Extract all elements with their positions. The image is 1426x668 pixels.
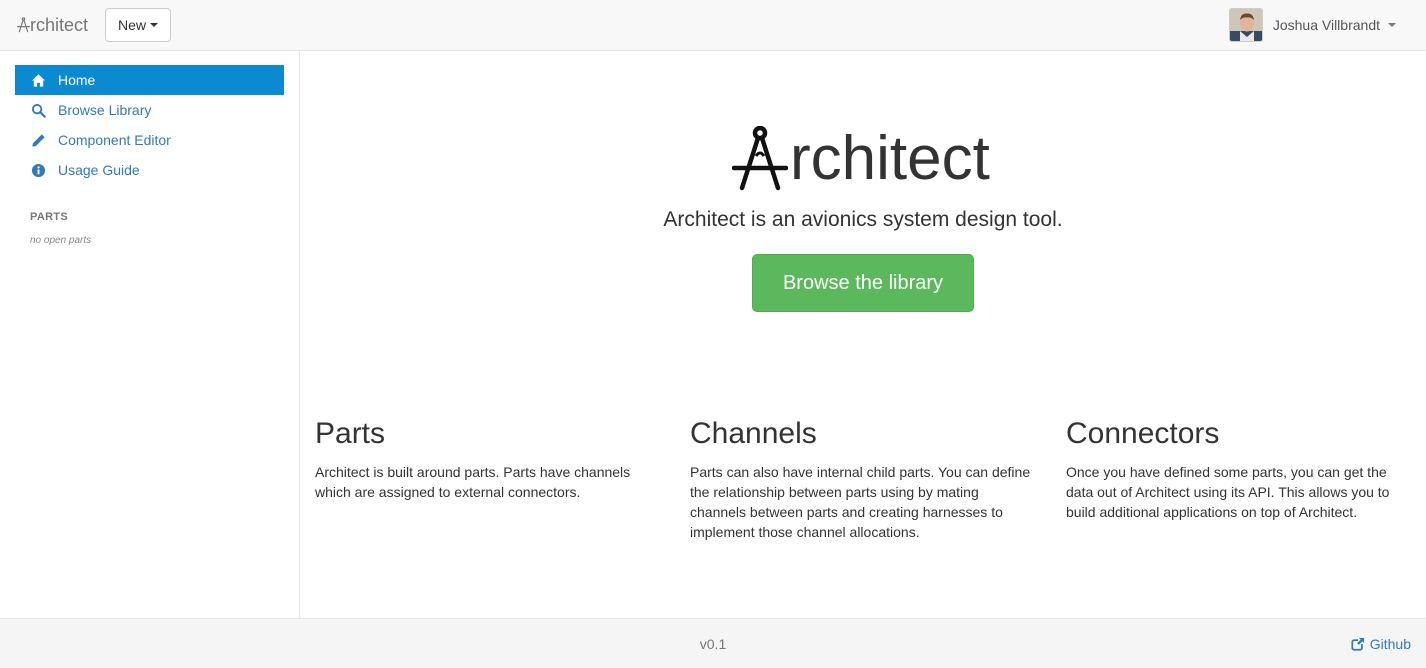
avatar — [1228, 8, 1263, 42]
sidebar-item-label: Home — [58, 72, 96, 88]
feature-title: Parts — [315, 417, 386, 450]
hero-title-text: rchitect — [790, 124, 990, 193]
feature-title: Connectors — [1066, 417, 1220, 450]
parts-header: PARTS — [30, 211, 68, 223]
feature-text: Architect is built around parts. Parts h… — [315, 464, 631, 500]
sidebar-nav: Home Browse Library Component Editor Usa… — [15, 65, 284, 185]
main-content: rchitect Architect is an avionics system… — [300, 51, 1426, 618]
brand-logo[interactable]: rchitect — [17, 12, 88, 38]
sidebar-item-component-editor[interactable]: Component Editor — [15, 125, 284, 155]
new-dropdown-button[interactable]: New — [105, 8, 171, 42]
external-link-icon — [1351, 637, 1365, 651]
browse-library-button[interactable]: Browse the library — [752, 254, 974, 312]
hero-tagline: Architect is an avionics system design t… — [663, 208, 1063, 231]
github-link[interactable]: Github — [1351, 636, 1411, 652]
github-label: Github — [1369, 636, 1411, 652]
pencil-icon — [30, 132, 46, 148]
new-label: New — [117, 17, 146, 33]
sidebar-item-label: Component Editor — [58, 132, 171, 148]
feature-channels: Channels Parts can also have internal ch… — [690, 417, 1035, 542]
sidebar-item-home[interactable]: Home — [15, 65, 284, 95]
compass-icon — [17, 17, 30, 33]
search-icon — [30, 102, 46, 118]
info-icon — [30, 162, 46, 178]
sidebar-item-label: Usage Guide — [58, 162, 140, 178]
top-navbar: rchitect New Joshua Villbrandt — [0, 0, 1426, 51]
brand-text: rchitect — [30, 14, 89, 35]
sidebar-item-browse-library[interactable]: Browse Library — [15, 95, 284, 125]
caret-down-icon — [150, 23, 158, 27]
sidebar-item-usage-guide[interactable]: Usage Guide — [15, 155, 284, 185]
sidebar-item-label: Browse Library — [58, 102, 152, 118]
home-icon — [30, 72, 46, 88]
caret-down-icon — [1388, 23, 1396, 27]
feature-connectors: Connectors Once you have defined some pa… — [1066, 417, 1411, 522]
version-text: v0.1 — [699, 636, 727, 652]
feature-title: Channels — [690, 417, 817, 450]
user-name: Joshua Villbrandt — [1272, 17, 1380, 33]
feature-parts: Parts Architect is built around parts. P… — [315, 417, 660, 502]
parts-empty-text: no open parts — [30, 235, 92, 246]
user-menu[interactable]: Joshua Villbrandt — [1228, 8, 1396, 42]
feature-text: Once you have defined some parts, you ca… — [1066, 464, 1390, 520]
compass-logo-icon — [732, 126, 788, 191]
feature-text: Parts can also have internal child parts… — [690, 464, 1031, 540]
hero-title: rchitect — [732, 123, 990, 195]
sidebar: Home Browse Library Component Editor Usa… — [0, 51, 300, 618]
footer: v0.1 Github — [0, 618, 1426, 668]
